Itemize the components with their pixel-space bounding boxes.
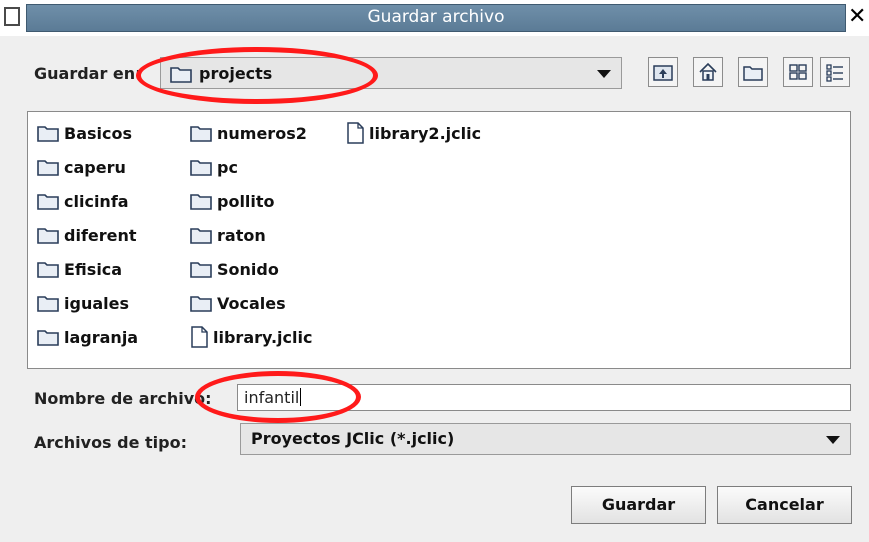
title-bar[interactable]: Guardar archivo ✕ (0, 0, 869, 36)
file-name: pollito (217, 191, 275, 211)
file-name: diferent (64, 225, 137, 245)
folder-item[interactable]: Sonido (190, 257, 279, 281)
folder-icon (190, 226, 212, 244)
title-band[interactable]: Guardar archivo (26, 4, 846, 32)
file-name: pc (217, 157, 238, 177)
cancel-button[interactable]: Cancelar (717, 486, 852, 524)
folder-item[interactable]: lagranja (37, 325, 138, 349)
folder-icon (37, 158, 59, 176)
chevron-down-icon[interactable] (826, 436, 840, 444)
close-icon[interactable]: ✕ (848, 4, 869, 30)
folder-icon (190, 158, 212, 176)
lookin-value: projects (199, 64, 273, 83)
up-folder-icon (653, 65, 673, 81)
file-name: Basicos (64, 123, 132, 143)
file-list[interactable]: Basicos caperu clicinfa diferent Efisica igua… (27, 111, 851, 369)
save-file-dialog: Guardar archivo ✕ Guardar en: projects B… (0, 0, 869, 542)
filename-value: infantil (244, 388, 302, 407)
file-name: Efisica (64, 259, 123, 279)
folder-item[interactable]: pollito (190, 189, 275, 213)
new-folder-button[interactable] (738, 57, 768, 87)
file-item[interactable]: library.jclic (190, 325, 312, 349)
file-icon (346, 122, 364, 144)
file-name: clicinfa (64, 191, 129, 211)
file-icon (190, 326, 208, 348)
folder-item[interactable]: Basicos (37, 121, 132, 145)
folder-item[interactable]: Efisica (37, 257, 122, 281)
filetype-combo[interactable]: Proyectos JClic (*.jclic) (240, 423, 851, 455)
folder-icon (190, 260, 212, 278)
folder-icon (37, 260, 59, 278)
lookin-label: Guardar en: (34, 64, 142, 83)
filename-label: Nombre de archivo: (34, 389, 212, 408)
folder-icon (190, 294, 212, 312)
folder-item[interactable]: numeros2 (190, 121, 307, 145)
folder-item[interactable]: raton (190, 223, 266, 247)
up-folder-button[interactable] (648, 57, 678, 87)
file-name: lagranja (64, 327, 139, 347)
file-name: Vocales (217, 293, 286, 313)
file-name: caperu (64, 157, 126, 177)
home-button[interactable] (693, 57, 723, 87)
folder-icon (190, 124, 212, 142)
file-name: raton (217, 225, 266, 245)
folder-icon (37, 294, 59, 312)
folder-item[interactable]: caperu (37, 155, 126, 179)
list-view-button[interactable] (783, 57, 813, 87)
window-title: Guardar archivo (367, 7, 505, 27)
folder-item[interactable]: diferent (37, 223, 137, 247)
file-name: iguales (64, 293, 129, 313)
home-icon (699, 62, 717, 81)
list-view-icon (789, 64, 807, 80)
details-view-button[interactable] (820, 57, 850, 87)
folder-icon (37, 226, 59, 244)
folder-icon (37, 124, 59, 142)
lookin-combo[interactable]: projects (160, 57, 622, 89)
folder-item[interactable]: pc (190, 155, 238, 179)
save-button[interactable]: Guardar (571, 486, 706, 524)
file-item[interactable]: library2.jclic (346, 121, 481, 145)
filename-input[interactable]: infantil (237, 384, 851, 411)
folder-icon (190, 192, 212, 210)
folder-item[interactable]: Vocales (190, 291, 286, 315)
folder-item[interactable]: iguales (37, 291, 129, 315)
file-name: library.jclic (213, 327, 313, 347)
new-folder-icon (743, 66, 763, 81)
filetype-value: Proyectos JClic (*.jclic) (251, 429, 455, 448)
file-name: Sonido (217, 259, 279, 279)
filetype-label: Archivos de tipo: (34, 433, 187, 452)
folder-icon (37, 192, 59, 210)
details-view-icon (826, 64, 843, 82)
text-caret (300, 388, 302, 406)
file-name: library2.jclic (369, 123, 482, 143)
folder-icon (37, 328, 59, 346)
window-menu-icon[interactable] (4, 7, 20, 26)
chevron-down-icon[interactable] (597, 70, 611, 78)
folder-icon (170, 67, 192, 83)
file-name: numeros2 (217, 123, 307, 143)
folder-item[interactable]: clicinfa (37, 189, 129, 213)
